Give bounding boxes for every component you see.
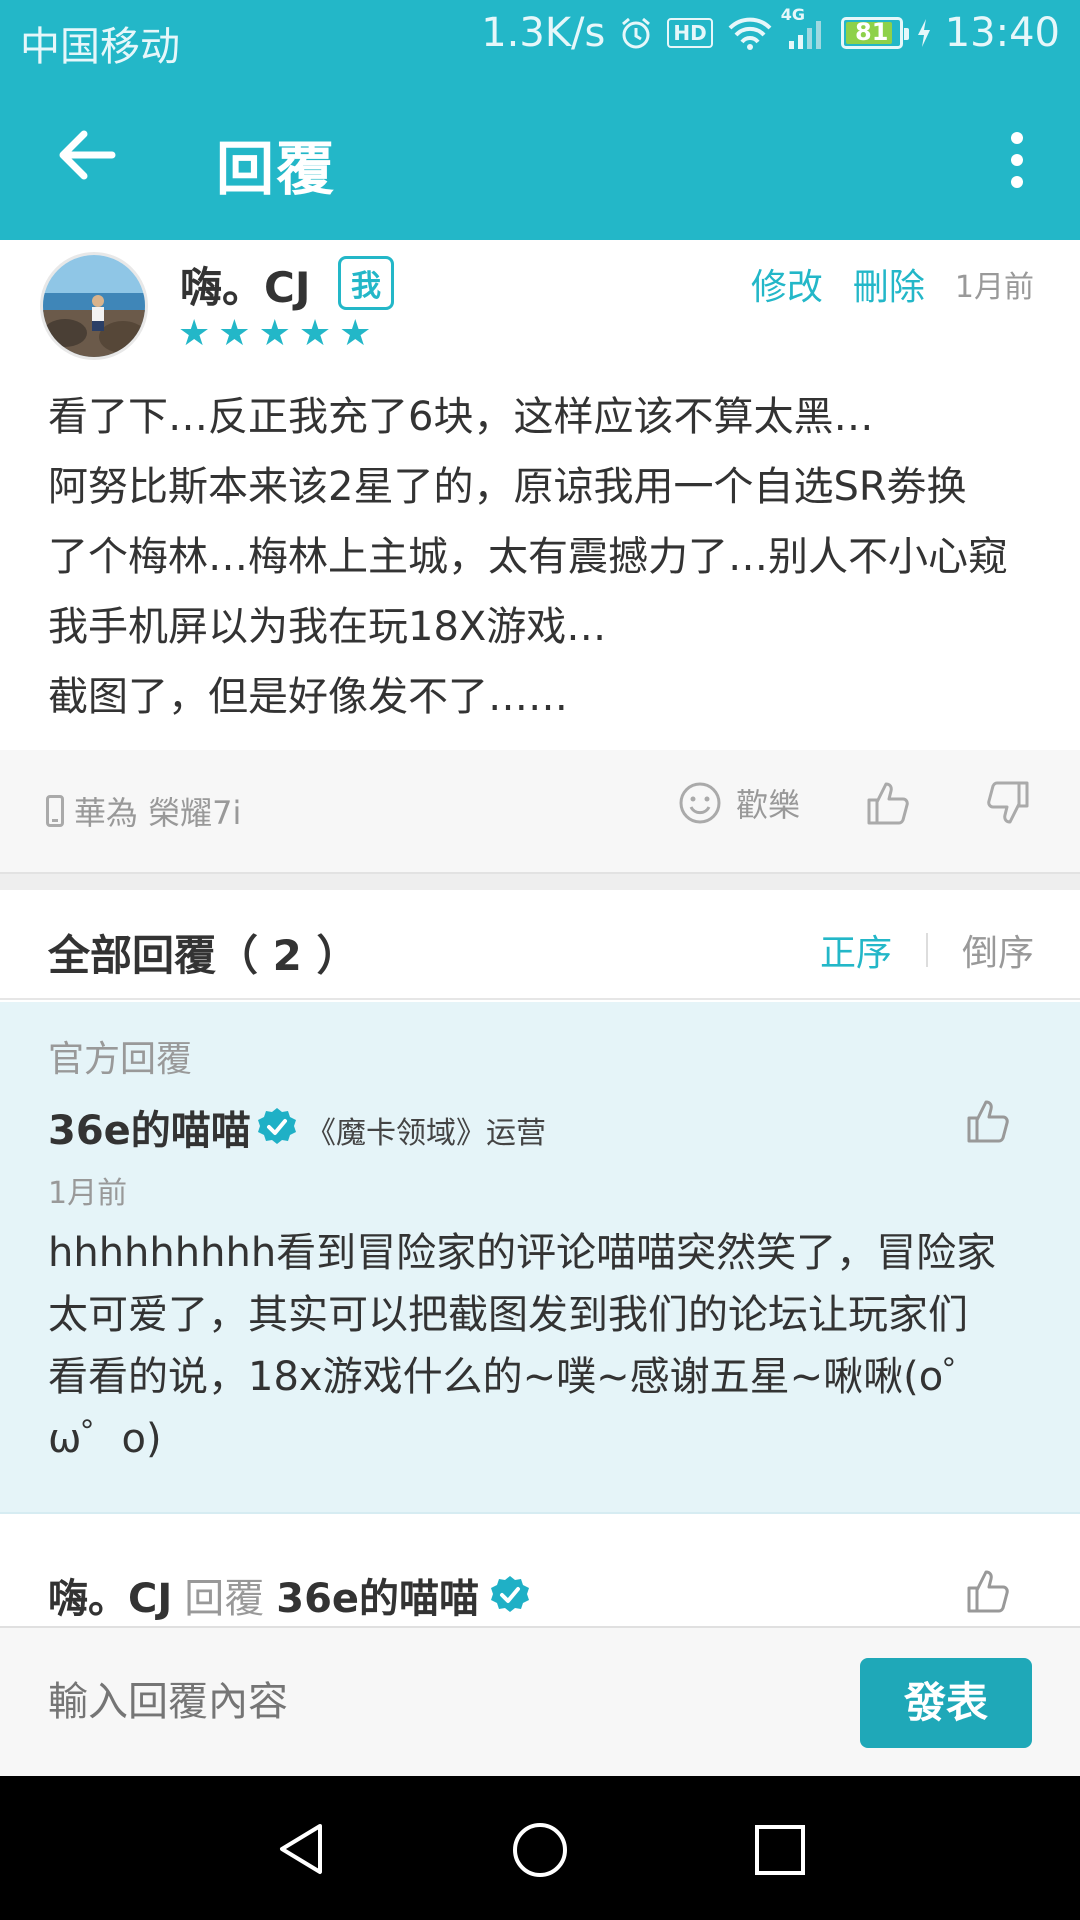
- official-reply-line: 太可爱了，其实可以把截图发到我们的论坛让玩家们: [48, 1292, 968, 1338]
- smiley-icon: [679, 782, 721, 824]
- device-info: 華為 榮耀7i: [46, 788, 241, 834]
- sort-descending-tab[interactable]: 倒序: [962, 924, 1034, 976]
- reply-verb: 回覆: [184, 1576, 265, 1622]
- page-title: 回覆: [216, 135, 337, 203]
- post-body-line: 阿努比斯本来该2星了的，原谅我用一个自选SR劵换: [48, 464, 967, 510]
- reply-from-name[interactable]: 嗨。CJ: [48, 1566, 172, 1624]
- network-speed: 1.3K/s: [481, 10, 606, 56]
- battery-level: 81: [855, 18, 889, 46]
- alarm-icon: [619, 16, 653, 50]
- sort-separator: [925, 933, 928, 967]
- thumbs-down-icon[interactable]: [986, 780, 1030, 830]
- sort-toggle: 正序 倒序: [820, 924, 1034, 976]
- verified-icon: [258, 1108, 296, 1144]
- post-actions: 修改 刪除 1月前: [751, 258, 1034, 310]
- mood-label: 歡樂: [736, 786, 801, 824]
- app-bar: 回覆: [0, 78, 1080, 240]
- thumbs-up-icon[interactable]: [866, 780, 910, 830]
- post-author-name[interactable]: 嗨。CJ: [180, 254, 310, 315]
- star-icon: ★: [298, 313, 332, 354]
- post-meta-row: 華為 榮耀7i 歡樂: [0, 750, 1080, 874]
- reply-input[interactable]: [48, 1672, 808, 1732]
- official-reply-line: ω゜o): [48, 1416, 162, 1462]
- verified-icon: [491, 1576, 530, 1612]
- phone-icon: [46, 795, 64, 827]
- thumbs-up-icon[interactable]: [966, 1098, 1010, 1148]
- official-reply: 官方回覆 36e的喵喵 《魔卡领域》运营 1月前 hhhhhhhhh看到冒险家的…: [0, 1002, 1080, 1514]
- post-body-line: 截图了，但是好像发不了……: [48, 674, 568, 720]
- post-body: 看了下…反正我充了6块，这样应该不算太黑… 阿努比斯本来该2星了的，原谅我用一个…: [48, 382, 1038, 732]
- charging-icon: [917, 18, 931, 48]
- reply-header: 嗨。CJ 回覆 36e的喵喵: [48, 1566, 531, 1624]
- official-reply-time: 1月前: [48, 1176, 128, 1211]
- back-arrow-icon[interactable]: [52, 120, 122, 190]
- official-replier-role: 《魔卡领域》运营: [306, 1116, 546, 1151]
- avatar[interactable]: [40, 252, 148, 360]
- thumbs-up-icon[interactable]: [966, 1568, 1010, 1618]
- post-time: 1月前: [954, 270, 1034, 305]
- carrier-label: 中国移动: [20, 24, 180, 70]
- nav-recents-icon[interactable]: [754, 1824, 806, 1876]
- me-badge: 我: [338, 256, 394, 310]
- official-reply-line: hhhhhhhhh看到冒险家的评论喵喵突然笑了，冒险家: [48, 1230, 997, 1276]
- star-icon: ★: [339, 313, 372, 354]
- star-icon: ★: [258, 313, 291, 354]
- hd-icon: HD: [667, 18, 713, 48]
- nav-back-icon[interactable]: [276, 1822, 326, 1876]
- official-replier-name[interactable]: 36e的喵喵: [48, 1098, 251, 1156]
- reply-to-name[interactable]: 36e的喵喵: [276, 1566, 479, 1624]
- star-icon: ★: [218, 313, 251, 354]
- official-reply-tag: 官方回覆: [48, 1039, 193, 1080]
- delete-button[interactable]: 刪除: [853, 258, 925, 310]
- post-body-line: 了个梅林…梅林上主城，太有震撼力了…别人不小心窥: [48, 534, 1008, 580]
- nav-home-icon[interactable]: [512, 1822, 568, 1878]
- clock: 13:40: [944, 10, 1060, 56]
- network-type-label: 4G: [780, 5, 805, 24]
- system-nav-bar: [0, 1776, 1080, 1920]
- official-reply-body: hhhhhhhhh看到冒险家的评论喵喵突然笑了，冒险家 太可爱了，其实可以把截图…: [48, 1222, 1038, 1470]
- status-icons: 1.3K/s HD 4G 81 13:40: [481, 5, 1060, 56]
- post-body-line: 看了下…反正我充了6块，这样应该不算太黑…: [48, 394, 874, 440]
- wifi-icon: [727, 16, 773, 50]
- reply-input-bar: 發表: [0, 1626, 1080, 1776]
- star-icon: ★: [178, 313, 211, 354]
- cellular-signal-icon: 4G: [781, 5, 827, 51]
- reply-page: 中国移动 1.3K/s HD 4G 81 13:40 回覆 嗨。CJ 我 ★ ★…: [0, 0, 1080, 1920]
- battery-icon: 81: [840, 17, 909, 49]
- section-divider: [0, 874, 1080, 890]
- all-replies-header: 全部回覆（ 2 ） 正序 倒序: [0, 890, 1080, 1000]
- reply-item[interactable]: 嗨。CJ 回覆 36e的喵喵: [0, 1516, 1080, 1626]
- edit-button[interactable]: 修改: [751, 258, 823, 310]
- sort-ascending-tab[interactable]: 正序: [820, 924, 892, 976]
- device-name: 華為 榮耀7i: [74, 794, 242, 832]
- official-reply-line: 看看的说，18x游戏什么的~噗~感谢五星~啾啾(o゜: [48, 1354, 984, 1400]
- more-options-icon[interactable]: [1004, 128, 1030, 192]
- all-replies-label: 全部回覆（ 2 ）: [48, 931, 359, 980]
- mood-button[interactable]: 歡樂: [678, 780, 800, 826]
- send-button[interactable]: 發表: [860, 1658, 1032, 1748]
- star-rating: ★ ★ ★ ★ ★: [178, 314, 371, 354]
- post-body-line: 我手机屏以为我在玩18X游戏…: [48, 604, 607, 650]
- status-bar: 中国移动 1.3K/s HD 4G 81 13:40: [0, 0, 1080, 78]
